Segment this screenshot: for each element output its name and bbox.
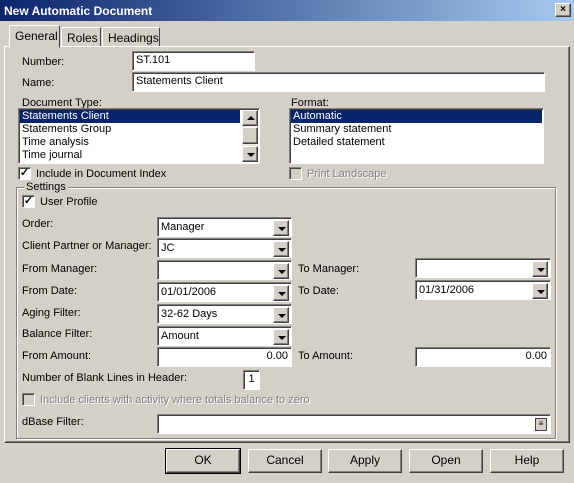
number-label: Number: <box>22 56 65 68</box>
from-amount-input[interactable]: 0.00 <box>157 347 292 367</box>
apply-button[interactable]: Apply <box>328 449 402 473</box>
name-input[interactable]: Statements Client <box>132 72 545 92</box>
chevron-down-icon[interactable] <box>273 220 289 236</box>
list-item[interactable]: Time analysis <box>20 136 240 149</box>
close-button[interactable]: × <box>555 3 571 17</box>
open-button[interactable]: Open <box>409 449 483 473</box>
print-landscape-checkbox[interactable] <box>289 167 302 180</box>
print-landscape-label: Print Landscape <box>307 168 387 180</box>
tab-roles[interactable]: Roles <box>61 27 101 47</box>
chevron-down-icon[interactable] <box>532 261 548 277</box>
tab-general[interactable]: General <box>9 25 60 48</box>
chevron-down-icon[interactable] <box>532 283 548 299</box>
to-manager-label: To Manager: <box>298 263 360 275</box>
order-label: Order: <box>22 218 54 230</box>
blank-lines-input[interactable]: 1 <box>243 370 260 390</box>
from-date-picker[interactable]: 01/01/2006 <box>157 282 292 302</box>
from-date-label: From Date: <box>22 285 78 297</box>
document-type-list[interactable]: Statements Client Statements Group Time … <box>18 108 260 164</box>
from-date-value: 01/01/2006 <box>161 286 217 298</box>
order-value: Manager <box>161 221 205 233</box>
balance-filter-value: Amount <box>161 330 199 342</box>
tab-headings[interactable]: Headings <box>102 27 160 47</box>
window-title: New Automatic Document <box>4 4 153 18</box>
balance-filter-select[interactable]: Amount <box>157 326 292 346</box>
aging-filter-value: 32-62 Days <box>161 308 218 320</box>
list-item[interactable]: Statements Client <box>20 110 240 123</box>
blank-lines-label: Number of Blank Lines in Header: <box>22 372 188 384</box>
balance-filter-label: Balance Filter: <box>22 328 93 340</box>
to-date-label: To Date: <box>298 285 339 297</box>
chevron-down-icon[interactable] <box>273 329 289 345</box>
to-manager-select[interactable] <box>415 258 551 278</box>
scroll-thumb[interactable] <box>242 127 258 144</box>
name-label: Name: <box>22 77 55 89</box>
dbase-filter-input[interactable]: ≡ <box>157 414 551 434</box>
dbase-filter-label: dBase Filter: <box>22 416 84 428</box>
chevron-down-icon[interactable] <box>273 307 289 323</box>
to-amount-label: To Amount: <box>298 350 354 362</box>
settings-title: Settings <box>24 181 68 193</box>
list-item[interactable]: Statements Group <box>20 123 240 136</box>
aging-filter-select[interactable]: 32-62 Days <box>157 304 292 324</box>
include-clients-checkbox[interactable] <box>22 393 35 406</box>
cancel-button[interactable]: Cancel <box>248 449 322 473</box>
include-clients-label: Include clients with activity where tota… <box>40 394 310 406</box>
list-item[interactable]: Time journal <box>20 149 240 162</box>
format-list[interactable]: Automatic Summary statement Detailed sta… <box>289 108 544 164</box>
list-item[interactable]: Summary statement <box>291 123 542 136</box>
order-select[interactable]: Manager <box>157 217 292 237</box>
tab-general-label: General <box>15 29 58 43</box>
user-profile-label: User Profile <box>40 196 98 208</box>
close-icon: × <box>560 4 566 15</box>
aging-filter-label: Aging Filter: <box>22 307 81 319</box>
tab-headings-label: Headings <box>108 31 159 45</box>
number-input[interactable]: ST.101 <box>132 51 255 71</box>
scroll-up-icon[interactable] <box>242 110 258 126</box>
list-item[interactable]: Automatic <box>291 110 542 123</box>
to-date-value: 01/31/2006 <box>419 284 475 296</box>
chevron-down-icon[interactable] <box>273 241 289 257</box>
to-date-picker[interactable]: 01/31/2006 <box>415 280 551 300</box>
scroll-down-icon[interactable] <box>242 146 258 162</box>
calculator-icon[interactable]: ≡ <box>535 418 547 431</box>
document-type-scrollbar[interactable] <box>242 110 258 162</box>
list-item[interactable]: Detailed statement <box>291 136 542 149</box>
client-partner-select[interactable]: JC <box>157 238 292 258</box>
title-bar: New Automatic Document <box>0 0 574 21</box>
tab-roles-label: Roles <box>67 31 98 45</box>
from-manager-select[interactable] <box>157 260 292 280</box>
client-partner-value: JC <box>161 242 175 254</box>
help-button[interactable]: Help <box>490 449 564 473</box>
from-amount-label: From Amount: <box>22 350 92 362</box>
ok-button[interactable]: OK <box>165 448 241 474</box>
include-index-checkbox[interactable]: ✓ <box>18 167 31 180</box>
from-manager-label: From Manager: <box>22 263 98 275</box>
chevron-down-icon[interactable] <box>273 285 289 301</box>
include-index-label: Include in Document Index <box>36 168 167 180</box>
user-profile-checkbox[interactable]: ✓ <box>22 195 35 208</box>
client-partner-label: Client Partner or Manager: <box>22 240 152 252</box>
chevron-down-icon[interactable] <box>273 263 289 279</box>
to-amount-input[interactable]: 0.00 <box>415 347 551 367</box>
